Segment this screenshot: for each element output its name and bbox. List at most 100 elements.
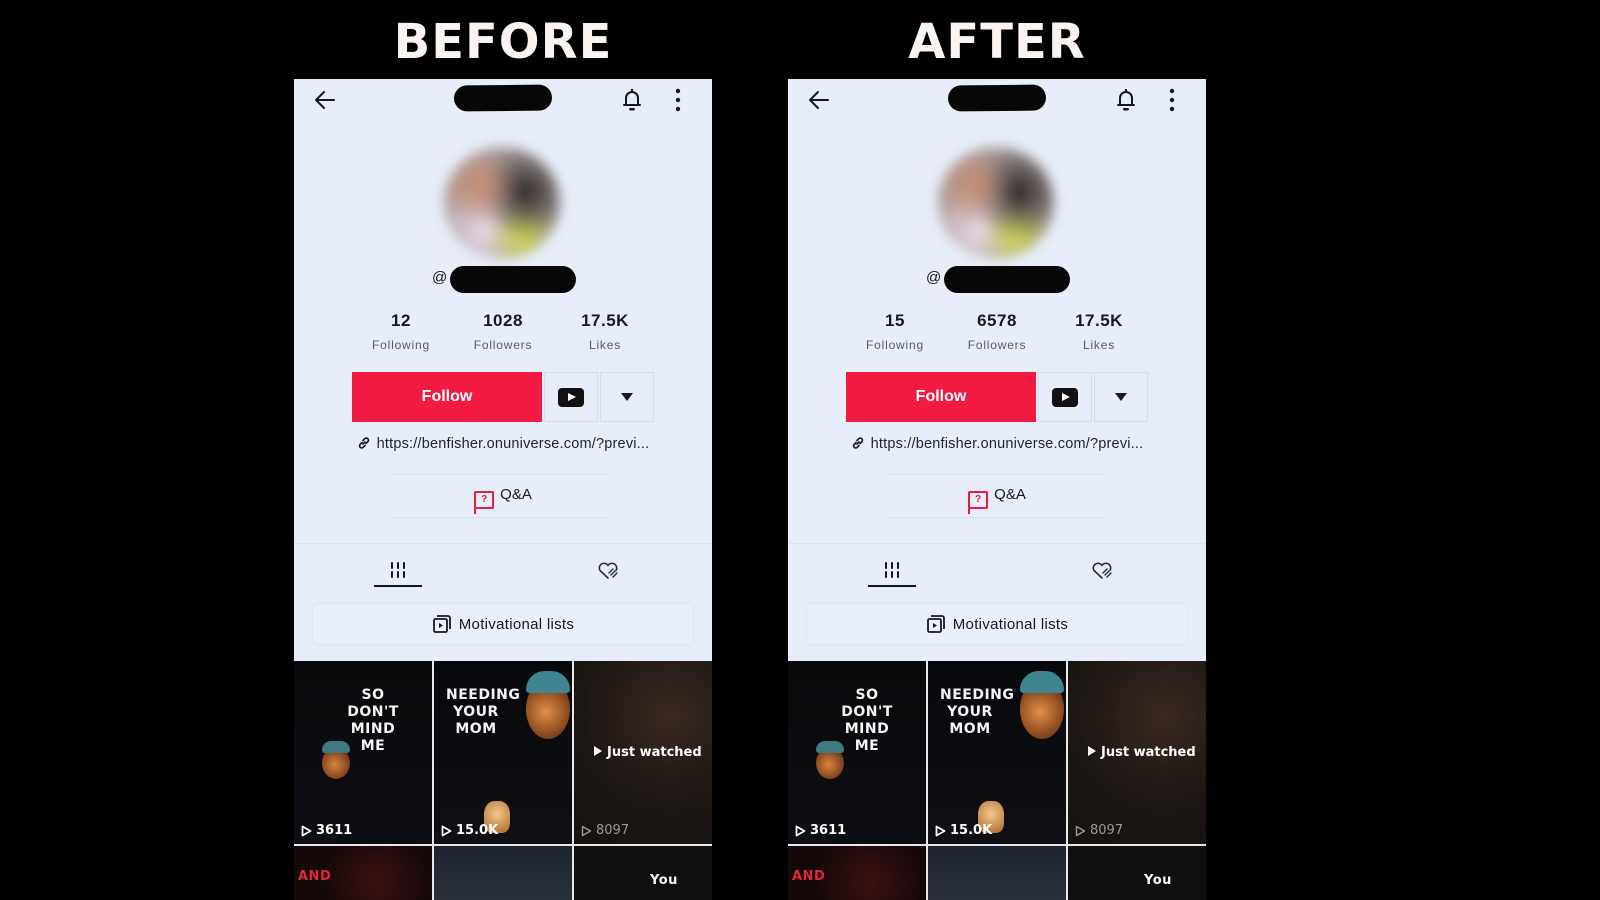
at-sign: @ [926,269,942,286]
bio-link[interactable]: https://benfisher.onuniverse.com/?previ.… [788,436,1206,452]
video-tile[interactable] [928,846,1066,900]
link-icon [852,437,863,449]
stat-following[interactable]: 15 Following [844,311,946,359]
qa-question-icon: ? [474,491,495,514]
after-heading: AFTER [908,14,1086,70]
stat-label: Following [372,338,430,352]
video-tile[interactable]: SO DON'T MIND ME 3611 [788,661,926,844]
stat-followers[interactable]: 1028 Followers [452,311,554,359]
avatar-blurred [444,147,560,259]
top-bar [788,79,1206,123]
more-actions-dropdown[interactable] [600,372,654,422]
tab-videos[interactable] [862,551,922,589]
back-arrow-icon[interactable] [806,87,832,113]
bell-icon[interactable] [1114,87,1138,113]
play-icon [441,825,452,836]
at-sign: @ [432,269,448,286]
video-caption: AND [298,869,332,884]
follow-button[interactable]: Follow [846,372,1036,422]
video-caption: NEEDING YOUR MOM [446,687,521,737]
stat-value: 12 [391,311,411,330]
stat-label: Following [866,338,924,352]
just-watched-label: Just watched [607,745,702,760]
view-count-value: 8097 [596,823,630,838]
stat-likes[interactable]: 17.5K Likes [554,311,656,359]
video-tile[interactable]: You [1068,846,1206,900]
video-tile[interactable]: NEEDING YOUR MOM 15.0K [928,661,1066,844]
bio-link[interactable]: https://benfisher.onuniverse.com/?previ.… [294,436,712,452]
tab-liked[interactable] [578,551,638,589]
profile-actions: Follow [352,372,654,422]
video-tile[interactable] [434,846,572,900]
stat-value: 6578 [977,311,1017,330]
username-redacted [450,266,576,293]
divider [394,474,610,475]
link-icon [358,437,369,449]
playlist-label: Motivational lists [952,615,1069,633]
just-watched-badge: Just watched [1088,745,1196,760]
divider [888,474,1104,475]
liked-heart-icon [1092,562,1112,579]
video-grid: SO DON'T MIND ME 3611 NEEDING YOUR MOM 1… [788,661,1206,900]
more-options-icon[interactable] [672,87,684,113]
divider [294,543,712,544]
video-tile[interactable]: SO DON'T MIND ME 3611 [294,661,432,844]
divider [788,543,1206,544]
video-tile[interactable]: Just watched 8097 [1068,661,1206,844]
just-watched-label: Just watched [1101,745,1196,760]
play-icon [301,825,312,836]
video-tile[interactable]: AND [788,846,926,900]
before-heading: BEFORE [393,14,613,70]
username-row: @ [294,265,712,295]
just-watched-badge: Just watched [594,745,702,760]
play-triangle-icon [1088,746,1096,756]
video-tile[interactable]: Just watched 8097 [574,661,712,844]
more-actions-dropdown[interactable] [1094,372,1148,422]
view-count-value: 15.0K [950,823,993,838]
videos-grid-icon [885,562,899,578]
video-caption: You [650,873,678,888]
playlist-chip[interactable]: Motivational lists [312,603,694,645]
playlist-label: Motivational lists [458,615,575,633]
tab-videos[interactable] [368,551,428,589]
youtube-icon [558,387,584,407]
bell-icon[interactable] [620,87,644,113]
tab-liked[interactable] [1072,551,1132,589]
video-caption: AND [792,869,826,884]
follow-button[interactable]: Follow [352,372,542,422]
profile-name-redacted [453,84,553,112]
stat-label: Likes [1082,338,1115,352]
qa-label: Q&A [500,486,532,503]
youtube-button[interactable] [1038,372,1092,422]
view-count-value: 8097 [1090,823,1124,838]
view-count-value: 3611 [810,823,847,838]
bio-link-text: https://benfisher.onuniverse.com/?previ.… [870,436,1144,452]
caret-down-icon [1115,393,1127,401]
youtube-button[interactable] [544,372,598,422]
playlist-chip[interactable]: Motivational lists [806,603,1188,645]
view-count: 3611 [301,823,352,838]
video-grid: SO DON'T MIND ME 3611 NEEDING YOUR MOM 1… [294,661,712,900]
play-icon [795,825,806,836]
video-tile[interactable]: AND [294,846,432,900]
view-count: 15.0K [935,823,992,838]
more-options-icon[interactable] [1166,87,1178,113]
qa-button[interactable]: ? Q&A [788,486,1206,514]
video-caption: NEEDING YOUR MOM [940,687,1015,737]
video-tile[interactable]: You [574,846,712,900]
before-column: BEFORE @ 12 Following 1028 Followers 17.… [294,0,712,900]
liked-heart-icon [598,562,618,579]
stat-likes[interactable]: 17.5K Likes [1048,311,1150,359]
qa-button[interactable]: ? Q&A [294,486,712,514]
view-count: 3611 [795,823,846,838]
video-tile[interactable]: NEEDING YOUR MOM 15.0K [434,661,572,844]
video-thumbnail-cap [322,741,350,753]
after-column: AFTER @ 15 Following 6578 Followers 17.5… [788,0,1206,900]
stat-following[interactable]: 12 Following [350,311,452,359]
youtube-icon [1052,387,1078,407]
stat-followers[interactable]: 6578 Followers [946,311,1048,359]
top-bar [294,79,712,123]
profile-actions: Follow [846,372,1148,422]
view-count: 15.0K [441,823,498,838]
back-arrow-icon[interactable] [312,87,338,113]
